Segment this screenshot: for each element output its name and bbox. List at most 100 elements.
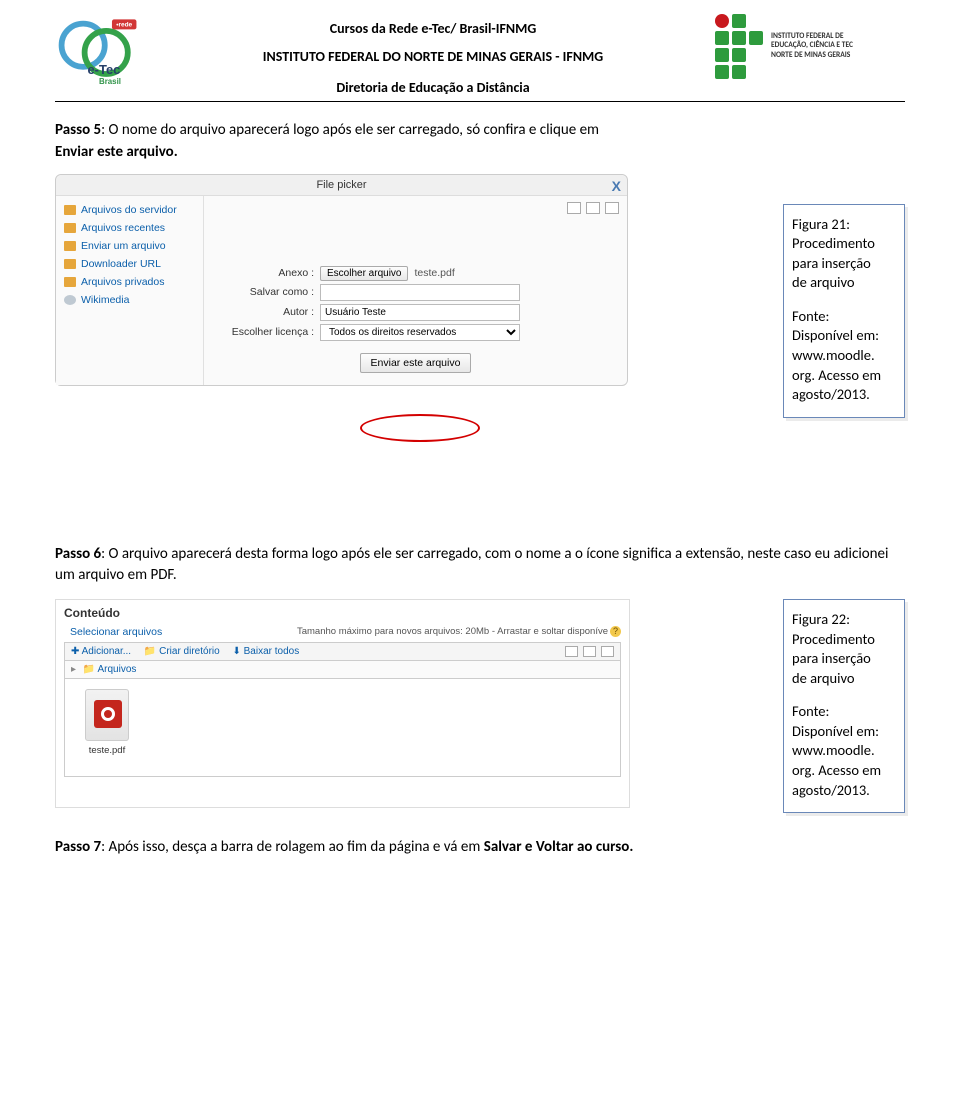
max-size-note: Tamanho máximo para novos arquivos: 20Mb… (297, 626, 621, 637)
globe-icon (64, 295, 76, 305)
folder-icon (64, 241, 76, 251)
folder-icon (64, 277, 76, 287)
ifnmg-logo-text: INSTITUTO FEDERAL DEEDUCAÇÃO, CIÊNCIA E … (771, 32, 853, 60)
sidebar-item-upload[interactable]: Enviar um arquivo (56, 237, 203, 255)
caption-source: Fonte: (792, 702, 896, 722)
sidebar-item-label: Wikimedia (81, 294, 129, 306)
caption-title: Figura 22: (792, 610, 896, 630)
max-size-text: Tamanho máximo para novos arquivos: 20Mb… (297, 626, 608, 637)
content-area-screenshot: Conteúdo Selecionar arquivos Tamanho máx… (55, 599, 630, 808)
download-all-button[interactable]: ⬇ Baixar todos (232, 646, 299, 657)
help-icon[interactable]: ? (610, 626, 621, 637)
select-files-label: Selecionar arquivos (70, 626, 162, 638)
sidebar-item-label: Arquivos recentes (81, 222, 165, 234)
file-picker-title: File picker (316, 179, 366, 191)
sidebar-item-label: Enviar um arquivo (81, 240, 166, 252)
caption-line: Procedimento (792, 234, 896, 254)
document-header: •rede e-Tec Brasil Cursos da Rede e-Tec/… (55, 15, 905, 99)
header-rule (55, 101, 905, 102)
attachment-label: Anexo : (212, 267, 320, 279)
file-picker-header: File picker X (56, 175, 627, 196)
create-folder-button[interactable]: 📁 Criar diretório (144, 646, 220, 657)
add-file-button[interactable]: ✚ Adicionar... (71, 646, 131, 657)
caption-source: org. Acesso em (792, 366, 896, 386)
view-grid-icon[interactable] (565, 646, 578, 657)
caption-line: de arquivo (792, 669, 896, 689)
sidebar-item-server-files[interactable]: Arquivos do servidor (56, 201, 203, 219)
submit-upload-button[interactable]: Enviar este arquivo (360, 353, 472, 373)
author-input[interactable] (320, 304, 520, 321)
figure22-caption: Figura 22: Procedimento para inserção de… (783, 599, 905, 813)
highlight-ellipse (360, 414, 480, 442)
passo5-paragraph: Passo 5: O nome do arquivo aparecerá log… (55, 120, 905, 164)
header-line2: INSTITUTO FEDERAL DO NORTE DE MINAS GERA… (151, 46, 715, 68)
caption-line: de arquivo (792, 273, 896, 293)
caption-source: agosto/2013. (792, 385, 896, 405)
caption-source: Disponível em: (792, 722, 896, 742)
caption-source: Fonte: (792, 307, 896, 327)
passo5-text: : O nome do arquivo aparecerá logo após … (101, 121, 599, 139)
passo7-label: Passo 7 (55, 838, 101, 856)
view-list-icon[interactable] (583, 646, 596, 657)
svg-text:e-Tec: e-Tec (87, 62, 120, 77)
sidebar-item-label: Arquivos privados (81, 276, 164, 288)
sidebar-item-url[interactable]: Downloader URL (56, 255, 203, 273)
breadcrumb-label[interactable]: Arquivos (98, 664, 137, 675)
choose-file-button[interactable]: Escolher arquivo (320, 266, 408, 281)
file-picker-window: File picker X Arquivos do servidor Arqui… (55, 174, 628, 386)
ifnmg-logo: INSTITUTO FEDERAL DEEDUCAÇÃO, CIÊNCIA E … (715, 15, 905, 77)
content-section-title: Conteúdo (64, 606, 621, 620)
breadcrumb: ▸ 📁 Arquivos (64, 661, 621, 679)
caption-title: Figura 21: (792, 215, 896, 235)
header-line3: Diretoria de Educação a Distância (151, 77, 715, 99)
passo7-paragraph: Passo 7: Após isso, desça a barra de rol… (55, 837, 905, 859)
save-as-label: Salvar como : (212, 286, 320, 298)
header-line1: Cursos da Rede e-Tec/ Brasil-IFNMG (151, 18, 715, 40)
chevron-right-icon: ▸ (71, 664, 76, 675)
caption-line: para inserção (792, 254, 896, 274)
sidebar-item-wikimedia[interactable]: Wikimedia (56, 291, 203, 309)
sidebar-item-label: Arquivos do servidor (81, 204, 177, 216)
file-item[interactable]: teste.pdf (73, 689, 141, 756)
passo6-text: : O arquivo aparecerá desta forma logo a… (55, 545, 888, 585)
folder-icon (64, 259, 76, 269)
passo6-paragraph: Passo 6: O arquivo aparecerá desta forma… (55, 544, 905, 588)
header-titles: Cursos da Rede e-Tec/ Brasil-IFNMG INSTI… (151, 15, 715, 99)
caption-source: agosto/2013. (792, 781, 896, 801)
file-toolbar: ✚ Adicionar... 📁 Criar diretório ⬇ Baixa… (64, 642, 621, 661)
license-select[interactable]: Todos os direitos reservados (320, 324, 520, 341)
file-list: teste.pdf (64, 679, 621, 777)
view-tree-icon[interactable] (601, 646, 614, 657)
folder-icon (64, 205, 76, 215)
caption-line: para inserção (792, 649, 896, 669)
view-grid-icon[interactable] (567, 202, 581, 214)
license-label: Escolher licença : (212, 326, 320, 338)
svg-text:•rede: •rede (116, 22, 132, 29)
figure21-caption: Figura 21: Procedimento para inserção de… (783, 204, 905, 418)
sidebar-item-label: Downloader URL (81, 258, 161, 270)
save-as-input[interactable] (320, 284, 520, 301)
passo6-label: Passo 6 (55, 545, 101, 563)
folder-icon (64, 223, 76, 233)
passo5-bold-tail: Enviar este arquivo. (55, 143, 178, 161)
upload-form: Anexo : Escolher arquivo teste.pdf Salva… (212, 266, 619, 373)
etec-logo: •rede e-Tec Brasil (55, 15, 143, 87)
view-list-icon[interactable] (586, 202, 600, 214)
sidebar-item-private[interactable]: Arquivos privados (56, 273, 203, 291)
author-label: Autor : (212, 306, 320, 318)
caption-source: org. Acesso em (792, 761, 896, 781)
passo7-text: : Após isso, desça a barra de rolagem ao… (101, 838, 484, 856)
svg-text:Brasil: Brasil (99, 77, 121, 86)
chosen-filename: teste.pdf (414, 267, 454, 279)
caption-source: Disponível em: (792, 326, 896, 346)
view-tree-icon[interactable] (605, 202, 619, 214)
pdf-icon (85, 689, 129, 741)
caption-source: www.moodle. (792, 346, 896, 366)
sidebar-item-recent[interactable]: Arquivos recentes (56, 219, 203, 237)
close-icon[interactable]: X (612, 178, 621, 194)
file-picker-sidebar: Arquivos do servidor Arquivos recentes E… (56, 196, 204, 385)
passo7-bold-tail: Salvar e Voltar ao curso. (484, 838, 634, 856)
file-name: teste.pdf (73, 745, 141, 756)
passo5-label: Passo 5 (55, 121, 101, 139)
caption-line: Procedimento (792, 630, 896, 650)
